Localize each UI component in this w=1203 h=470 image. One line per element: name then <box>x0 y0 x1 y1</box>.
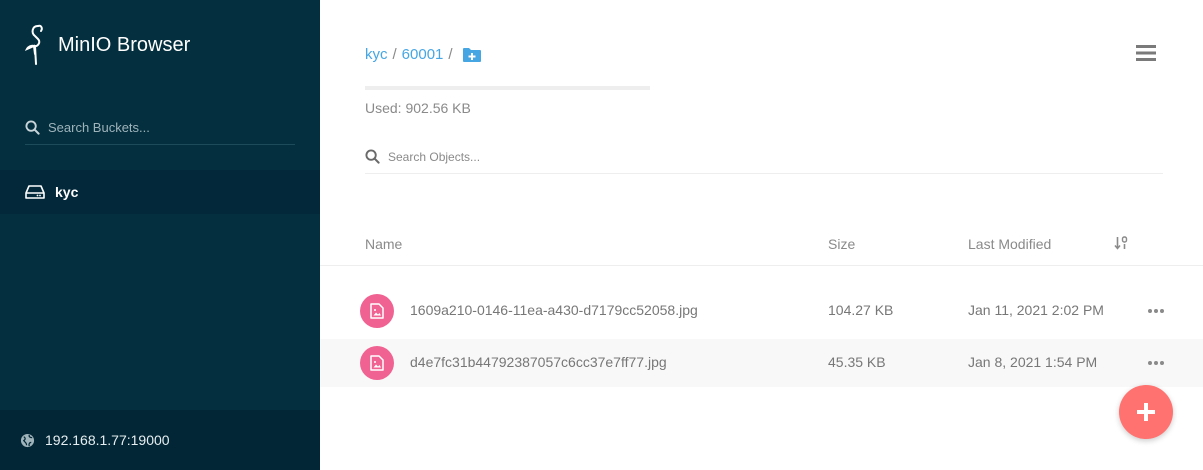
more-horizontal-icon <box>1148 309 1152 313</box>
breadcrumb-separator: / <box>448 46 453 63</box>
bucket-name: kyc <box>55 184 79 200</box>
column-header-last-modified[interactable]: Last Modified <box>968 236 1051 252</box>
more-actions-button[interactable] <box>1148 309 1164 313</box>
search-icon <box>365 149 380 164</box>
usage-bar <box>365 86 650 90</box>
more-dot <box>1154 361 1158 365</box>
minio-bird-icon <box>24 24 43 65</box>
file-name[interactable]: 1609a210-0146-11ea-a430-d7179cc52058.jpg <box>410 302 698 318</box>
add-folder-button[interactable] <box>462 47 482 63</box>
app-title: MinIO Browser <box>58 33 191 56</box>
search-icon <box>25 119 40 135</box>
app-logo: MinIO Browser <box>24 24 190 66</box>
menu-button[interactable] <box>1136 44 1156 67</box>
more-actions-button[interactable] <box>1148 361 1164 365</box>
sort-icon <box>1114 236 1128 250</box>
column-header-name[interactable]: Name <box>365 236 402 252</box>
plus-icon <box>1137 403 1155 421</box>
globe-icon <box>20 433 35 447</box>
sidebar: MinIO Browser kyc 192.168.1.77:19000 <box>0 0 320 470</box>
main-panel: kyc / 60001 / Used: 902.56 KB Name <box>320 0 1203 470</box>
more-horizontal-icon <box>1148 361 1152 365</box>
column-header-size[interactable]: Size <box>828 236 855 252</box>
add-button[interactable] <box>1119 385 1173 439</box>
file-modified: Jan 11, 2021 2:02 PM <box>968 302 1104 318</box>
folder-plus-icon <box>462 47 481 62</box>
file-name[interactable]: d4e7fc31b44792387057c6cc37e7ff77.jpg <box>410 354 667 370</box>
object-search <box>365 140 1163 174</box>
table-row[interactable]: d4e7fc31b44792387057c6cc37e7ff77.jpg 45.… <box>320 339 1203 387</box>
usage-label: Used: 902.56 KB <box>365 100 471 116</box>
more-dot <box>1154 309 1158 313</box>
file-size: 104.27 KB <box>828 302 894 318</box>
table-row[interactable]: 1609a210-0146-11ea-a430-d7179cc52058.jpg… <box>320 287 1203 335</box>
host-address: 192.168.1.77:19000 <box>45 432 170 448</box>
object-search-input[interactable] <box>388 149 1088 164</box>
image-file-icon <box>360 294 394 328</box>
sidebar-item-kyc[interactable]: kyc <box>0 170 320 214</box>
breadcrumb-separator: / <box>392 46 397 63</box>
drive-icon <box>25 185 45 199</box>
more-dot <box>1160 361 1164 365</box>
sort-button[interactable] <box>1114 236 1128 253</box>
table-header: Name Size Last Modified <box>320 224 1203 266</box>
bucket-search <box>25 110 295 145</box>
image-file-icon <box>360 346 394 380</box>
host-info: 192.168.1.77:19000 <box>0 410 320 470</box>
breadcrumb-bucket[interactable]: kyc <box>365 46 388 63</box>
file-modified: Jan 8, 2021 1:54 PM <box>968 354 1098 370</box>
more-dot <box>1160 309 1164 313</box>
breadcrumb: kyc / 60001 / <box>365 46 482 63</box>
file-size: 45.35 KB <box>828 354 886 370</box>
hamburger-menu-icon <box>1136 45 1156 61</box>
breadcrumb-folder[interactable]: 60001 <box>402 46 444 63</box>
bucket-search-input[interactable] <box>48 119 288 135</box>
